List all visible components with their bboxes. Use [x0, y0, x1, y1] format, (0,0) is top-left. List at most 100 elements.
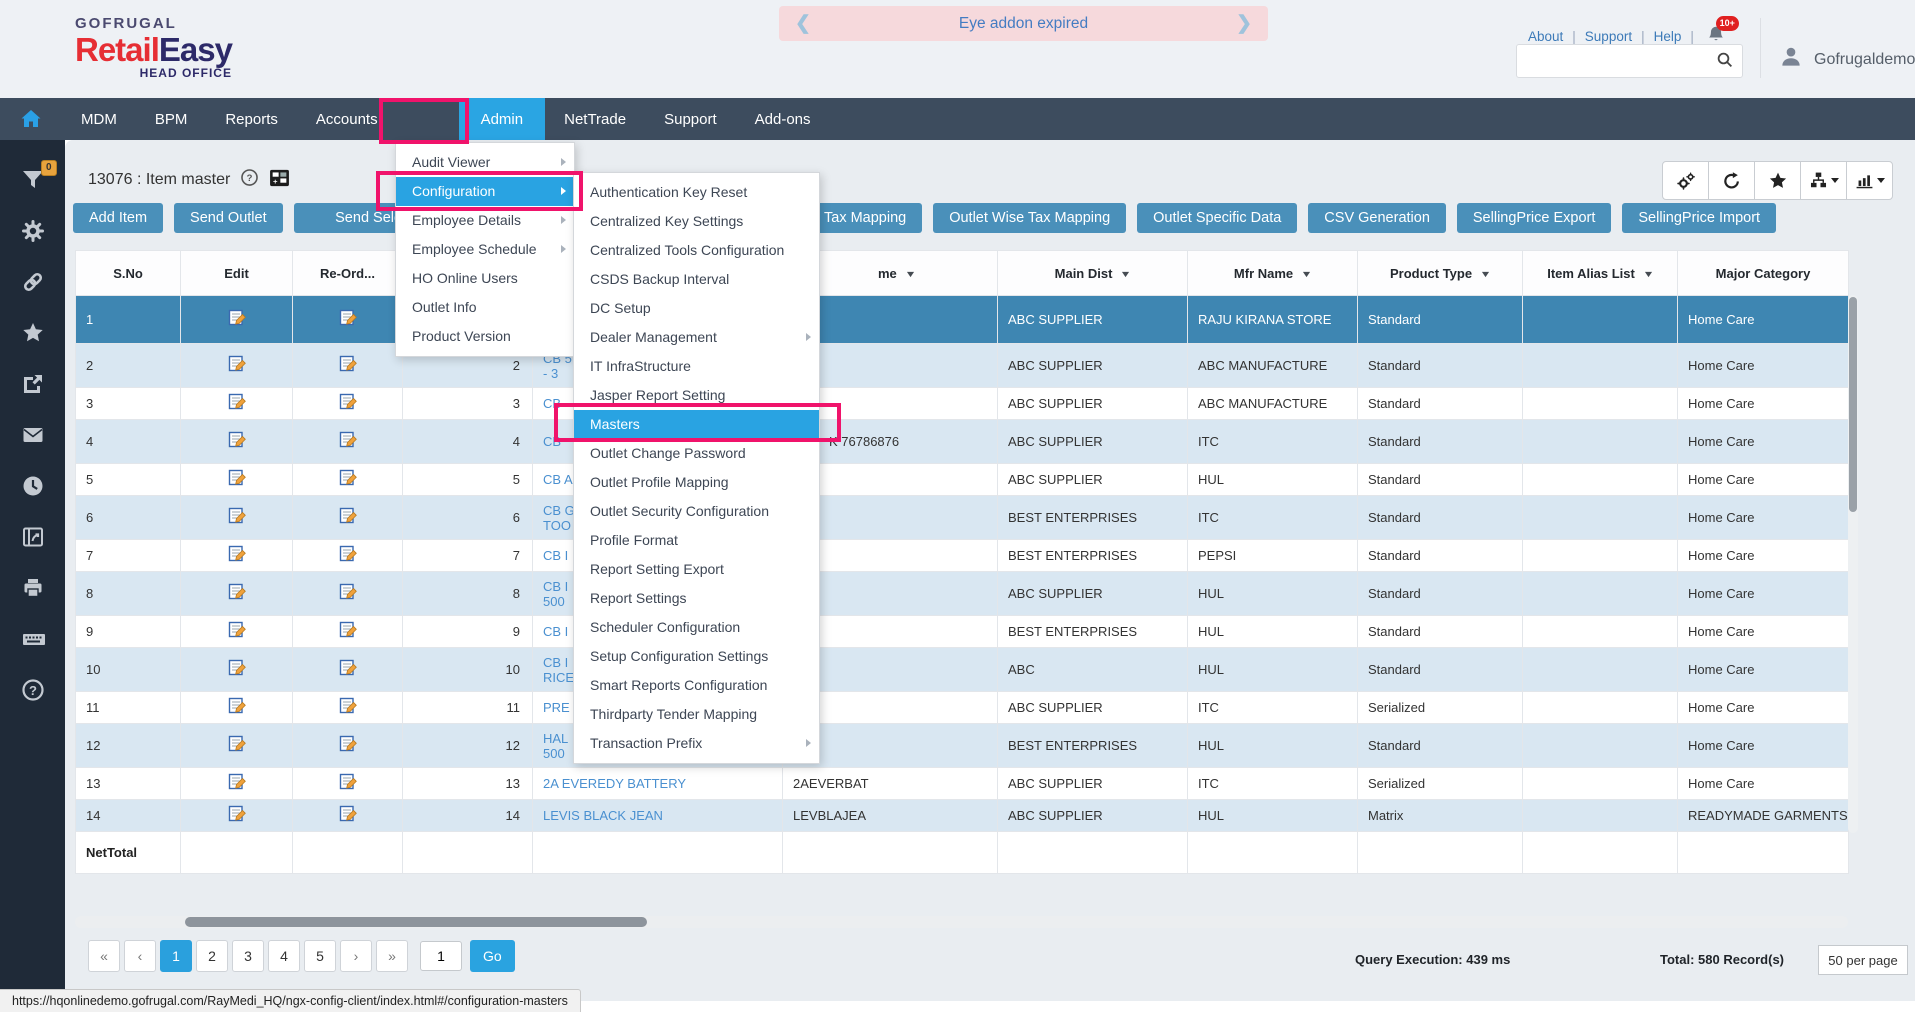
submenu-item-it-infrastructure[interactable]: IT InfraStructure: [574, 352, 819, 381]
cell-edit[interactable]: [181, 344, 293, 388]
table-row[interactable]: 1212HAL500BEST ENTERPRISESHULStandardHom…: [76, 724, 1849, 768]
tax-mapping-button[interactable]: Tax Mapping: [808, 203, 922, 233]
cell-edit[interactable]: [181, 388, 293, 420]
page-5-button[interactable]: 5: [304, 940, 336, 972]
menu-item-audit-viewer[interactable]: Audit Viewer: [396, 148, 574, 177]
cell-edit[interactable]: [181, 724, 293, 768]
table-row[interactable]: 88CB I500ABC SUPPLIERHULStandardHome Car…: [76, 572, 1849, 616]
about-link[interactable]: About: [1528, 29, 1563, 44]
submenu-item-report-settings[interactable]: Report Settings: [574, 584, 819, 613]
col-header-dist[interactable]: Main Dist▼: [998, 251, 1188, 296]
vertical-scrollbar[interactable]: [1848, 295, 1858, 833]
vertical-scrollbar-thumb[interactable]: [1849, 297, 1857, 512]
page-prev-button[interactable]: ‹: [124, 940, 156, 972]
toolbar-tree-icon[interactable]: [1800, 161, 1847, 200]
csv-generation-button[interactable]: CSV Generation: [1308, 203, 1446, 233]
search-icon[interactable]: [1716, 51, 1734, 74]
nav-item-add-ons[interactable]: Add-ons: [736, 98, 830, 140]
page-2-button[interactable]: 2: [196, 940, 228, 972]
col-header-edit[interactable]: Edit: [181, 251, 293, 296]
sort-arrow-icon[interactable]: ▼: [1480, 269, 1492, 279]
per-page-select[interactable]: 50 per page: [1818, 945, 1908, 975]
page-4-button[interactable]: 4: [268, 940, 300, 972]
sidebar-keyboard-icon[interactable]: [21, 627, 45, 651]
home-icon[interactable]: [0, 98, 62, 140]
submenu-item-jasper-report-setting[interactable]: Jasper Report Setting: [574, 381, 819, 410]
table-row[interactable]: 44CBK 76786876ABC SUPPLIERITCStandardHom…: [76, 420, 1849, 464]
toolbar-gears-icon[interactable]: [1662, 161, 1709, 200]
cell-reorder[interactable]: [293, 572, 403, 616]
submenu-item-authentication-key-reset[interactable]: Authentication Key Reset: [574, 178, 819, 207]
submenu-item-outlet-security-configuration[interactable]: Outlet Security Configuration: [574, 497, 819, 526]
submenu-item-dc-setup[interactable]: DC Setup: [574, 294, 819, 323]
col-header-reord[interactable]: Re-Ord...: [293, 251, 403, 296]
cell-edit[interactable]: [181, 464, 293, 496]
cell-reorder[interactable]: [293, 496, 403, 540]
outlet-specific-data-button[interactable]: Outlet Specific Data: [1137, 203, 1297, 233]
nav-item-support[interactable]: Support: [645, 98, 736, 140]
cell-reorder[interactable]: [293, 692, 403, 724]
table-row[interactable]: 55CB AABC SUPPLIERHULStandardHome Care: [76, 464, 1849, 496]
page-first-button[interactable]: «: [88, 940, 120, 972]
cell-edit[interactable]: [181, 572, 293, 616]
sidebar-mail-icon[interactable]: [21, 423, 45, 447]
sidebar-link-icon[interactable]: [21, 270, 45, 294]
help-link[interactable]: Help: [1654, 29, 1682, 44]
cell-edit[interactable]: [181, 692, 293, 724]
sort-arrow-icon[interactable]: ▼: [904, 269, 916, 279]
support-link[interactable]: Support: [1585, 29, 1632, 44]
table-row[interactable]: 33CBABC SUPPLIERABC MANUFACTUREStandardH…: [76, 388, 1849, 420]
horizontal-scrollbar-thumb[interactable]: [185, 917, 647, 927]
menu-item-outlet-info[interactable]: Outlet Info: [396, 293, 574, 322]
cell-item-name[interactable]: 2A EVEREDY BATTERY: [533, 768, 783, 800]
cell-reorder[interactable]: [293, 464, 403, 496]
add-item-button[interactable]: Add Item: [73, 203, 163, 233]
submenu-item-csds-backup-interval[interactable]: CSDS Backup Interval: [574, 265, 819, 294]
page-last-button[interactable]: »: [376, 940, 408, 972]
nav-item-accounts[interactable]: Accounts: [297, 98, 397, 140]
toolbar-star-icon[interactable]: [1754, 161, 1801, 200]
sort-arrow-icon[interactable]: ▼: [1642, 269, 1654, 279]
search-input[interactable]: [1525, 48, 1709, 74]
cell-reorder[interactable]: [293, 616, 403, 648]
col-header-sno[interactable]: S.No: [76, 251, 181, 296]
submenu-item-masters[interactable]: Masters: [574, 410, 819, 439]
sidebar-gear-icon[interactable]: [21, 219, 45, 243]
cell-edit[interactable]: [181, 768, 293, 800]
sidebar-help-icon[interactable]: ?: [21, 678, 45, 702]
goto-page-input[interactable]: [420, 941, 462, 971]
sidebar-filter-icon[interactable]: 0: [21, 168, 45, 192]
submenu-item-scheduler-configuration[interactable]: Scheduler Configuration: [574, 613, 819, 642]
table-row[interactable]: 13132A EVEREDY BATTERY2AEVERBATABC SUPPL…: [76, 768, 1849, 800]
table-row[interactable]: 1010CB IRICEABCHULStandardHome Care: [76, 648, 1849, 692]
sidebar-star-icon[interactable]: [21, 321, 45, 345]
sidebar-share-icon[interactable]: [21, 372, 45, 396]
table-row[interactable]: 1414LEVIS BLACK JEANLEVBLAJEAABC SUPPLIE…: [76, 800, 1849, 832]
menu-item-product-version[interactable]: Product Version: [396, 322, 574, 351]
user-account[interactable]: Gofrugaldemo: [1778, 44, 1915, 75]
menu-item-configuration[interactable]: Configuration: [396, 177, 574, 206]
cell-reorder[interactable]: [293, 800, 403, 832]
cell-item-name[interactable]: LEVIS BLACK JEAN: [533, 800, 783, 832]
sort-arrow-icon[interactable]: ▼: [1120, 269, 1132, 279]
submenu-item-centralized-key-settings[interactable]: Centralized Key Settings: [574, 207, 819, 236]
table-row[interactable]: 1ABC SUPPLIERRAJU KIRANA STOREStandardHo…: [76, 296, 1849, 344]
cell-edit[interactable]: [181, 540, 293, 572]
shortcut-grid-icon[interactable]: +: [269, 169, 290, 192]
page-next-button[interactable]: ›: [340, 940, 372, 972]
sidebar-window-export-icon[interactable]: [21, 525, 45, 549]
sellingprice-import-button[interactable]: SellingPrice Import: [1622, 203, 1776, 233]
banner-next-icon[interactable]: ❯: [1236, 12, 1252, 35]
nav-item-mdm[interactable]: MDM: [62, 98, 136, 140]
submenu-item-thirdparty-tender-mapping[interactable]: Thirdparty Tender Mapping: [574, 700, 819, 729]
page-3-button[interactable]: 3: [232, 940, 264, 972]
col-header-alias[interactable]: Item Alias List▼: [1523, 251, 1678, 296]
sellingprice-export-button[interactable]: SellingPrice Export: [1457, 203, 1612, 233]
table-row[interactable]: 22CB 5- 3ABC SUPPLIERABC MANUFACTUREStan…: [76, 344, 1849, 388]
col-header-ptype[interactable]: Product Type▼: [1358, 251, 1523, 296]
cell-reorder[interactable]: [293, 296, 403, 344]
cell-reorder[interactable]: [293, 344, 403, 388]
sort-arrow-icon[interactable]: ▼: [1301, 269, 1313, 279]
toolbar-chart-icon[interactable]: [1846, 161, 1893, 200]
cell-reorder[interactable]: [293, 724, 403, 768]
